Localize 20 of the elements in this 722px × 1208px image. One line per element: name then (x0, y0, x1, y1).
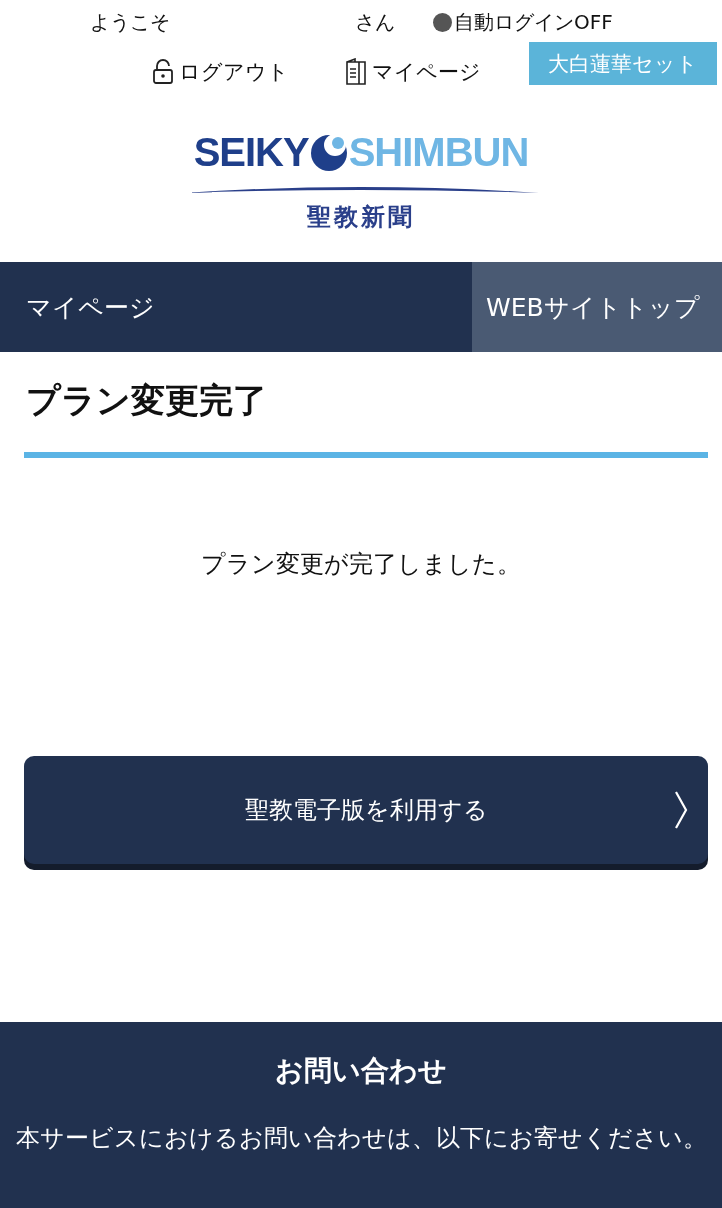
mypage-link[interactable]: マイページ (345, 58, 481, 86)
logo-text: SEIKY (193, 130, 309, 175)
status-dot-icon (433, 12, 452, 32)
set-badge: 大白蓮華セット (529, 42, 717, 85)
chevron-right-icon (674, 790, 688, 830)
page-title: プラン変更完了 (26, 379, 268, 422)
completion-message: プラン変更が完了しました。 (200, 549, 522, 580)
nav-tab[interactable]: WEBサイトトップ (472, 262, 722, 352)
auto-login-status: 自動ログインOFF (454, 8, 613, 36)
welcome-text: ようこそ (90, 8, 170, 36)
logo-circle-icon (308, 132, 349, 173)
contact-text: 本サービスにおけるお問い合わせは、以下にお寄せください。 (14, 1123, 708, 1154)
nav-tab[interactable]: マイページ (0, 262, 472, 352)
contact-title: お問い合わせ (274, 1053, 448, 1089)
logo-text: SHIMBUN (348, 130, 529, 175)
document-icon (345, 58, 367, 86)
logo-subtitle: 聖教新聞 (307, 202, 415, 233)
honorific-text: さん (355, 8, 395, 36)
lock-icon (152, 59, 174, 85)
logout-link[interactable]: ログアウト (152, 58, 289, 86)
